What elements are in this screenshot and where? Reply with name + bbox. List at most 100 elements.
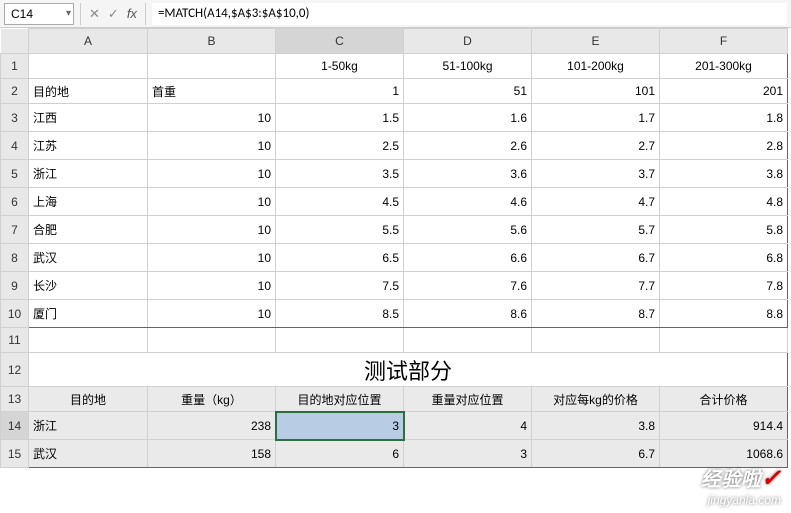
select-all-corner[interactable]	[1, 29, 29, 54]
cell[interactable]: 6.7	[532, 244, 660, 272]
cell[interactable]: 158	[148, 440, 276, 468]
cell[interactable]: 3	[404, 440, 532, 468]
cell[interactable]: 201-300kg	[660, 54, 788, 79]
cancel-icon[interactable]: ✕	[89, 6, 100, 22]
col-header-D[interactable]: D	[404, 29, 532, 54]
row-header-12[interactable]: 12	[1, 353, 29, 387]
cell[interactable]: 5.7	[532, 216, 660, 244]
cell[interactable]: 7.5	[276, 272, 404, 300]
cell[interactable]: 10	[148, 300, 276, 328]
cell[interactable]: 101-200kg	[532, 54, 660, 79]
cell[interactable]: 对应每kg的价格	[532, 387, 660, 412]
row-header-6[interactable]: 6	[1, 188, 29, 216]
cell[interactable]: 8.7	[532, 300, 660, 328]
row-header-1[interactable]: 1	[1, 54, 29, 79]
cell[interactable]: 重量对应位置	[404, 387, 532, 412]
cell[interactable]: 3.8	[660, 160, 788, 188]
cell[interactable]: 2.8	[660, 132, 788, 160]
row-header-13[interactable]: 13	[1, 387, 29, 412]
row-header-2[interactable]: 2	[1, 79, 29, 104]
row-header-14[interactable]: 14	[1, 412, 29, 440]
cell[interactable]: 厦门	[29, 300, 148, 328]
cell[interactable]: 目的地对应位置	[276, 387, 404, 412]
cell[interactable]: 6.5	[276, 244, 404, 272]
cell[interactable]: 目的地	[29, 387, 148, 412]
row-header-3[interactable]: 3	[1, 104, 29, 132]
cell[interactable]: 首重	[148, 79, 276, 104]
cell[interactable]: 8.6	[404, 300, 532, 328]
cell[interactable]: 10	[148, 244, 276, 272]
cell[interactable]: 长沙	[29, 272, 148, 300]
cell[interactable]	[29, 328, 148, 353]
cell[interactable]	[276, 328, 404, 353]
cell[interactable]: 10	[148, 104, 276, 132]
row-header-4[interactable]: 4	[1, 132, 29, 160]
cell[interactable]: 江西	[29, 104, 148, 132]
cell[interactable]: 1.7	[532, 104, 660, 132]
cell[interactable]: 重量（kg）	[148, 387, 276, 412]
cell[interactable]: 1-50kg	[276, 54, 404, 79]
col-header-C[interactable]: C	[276, 29, 404, 54]
cell[interactable]: 合肥	[29, 216, 148, 244]
cell[interactable]: 238	[148, 412, 276, 440]
col-header-A[interactable]: A	[29, 29, 148, 54]
cell[interactable]: 1.6	[404, 104, 532, 132]
name-box-dropdown-icon[interactable]: ▾	[66, 8, 71, 19]
cell[interactable]: 8.5	[276, 300, 404, 328]
cell[interactable]: 51	[404, 79, 532, 104]
cell[interactable]: 目的地	[29, 79, 148, 104]
cell[interactable]	[532, 328, 660, 353]
cell[interactable]: 3.7	[532, 160, 660, 188]
cell[interactable]: 914.4	[660, 412, 788, 440]
cell[interactable]: 10	[148, 132, 276, 160]
cell[interactable]: 1	[276, 79, 404, 104]
row-header-5[interactable]: 5	[1, 160, 29, 188]
cell[interactable]: 江苏	[29, 132, 148, 160]
row-header-11[interactable]: 11	[1, 328, 29, 353]
cell[interactable]: 7.7	[532, 272, 660, 300]
cell[interactable]: 4.6	[404, 188, 532, 216]
cell[interactable]: 6.8	[660, 244, 788, 272]
cell[interactable]	[29, 54, 148, 79]
name-box[interactable]: C14 ▾	[4, 3, 74, 25]
cell[interactable]: 合计价格	[660, 387, 788, 412]
cell[interactable]: 4.8	[660, 188, 788, 216]
cell[interactable]: 3.8	[532, 412, 660, 440]
cell[interactable]: 1.5	[276, 104, 404, 132]
cell[interactable]: 10	[148, 216, 276, 244]
cell[interactable]: 浙江	[29, 412, 148, 440]
cell[interactable]: 2.7	[532, 132, 660, 160]
confirm-icon[interactable]: ✓	[108, 6, 119, 22]
cell[interactable]	[660, 328, 788, 353]
row-header-7[interactable]: 7	[1, 216, 29, 244]
cell[interactable]: 3.5	[276, 160, 404, 188]
cell[interactable]: 8.8	[660, 300, 788, 328]
selected-cell[interactable]: 3	[276, 412, 404, 440]
cell[interactable]: 10	[148, 272, 276, 300]
cell[interactable]: 浙江	[29, 160, 148, 188]
cell[interactable]	[148, 54, 276, 79]
col-header-F[interactable]: F	[660, 29, 788, 54]
formula-input[interactable]: =MATCH(A14,$A$3:$A$10,0)	[152, 3, 787, 25]
cell[interactable]: 51-100kg	[404, 54, 532, 79]
fx-icon[interactable]: fx	[127, 6, 137, 21]
cell[interactable]: 武汉	[29, 244, 148, 272]
cell[interactable]: 4	[404, 412, 532, 440]
cell[interactable]: 7.8	[660, 272, 788, 300]
cell[interactable]	[148, 328, 276, 353]
cell[interactable]: 3.6	[404, 160, 532, 188]
cell[interactable]: 2.5	[276, 132, 404, 160]
cell[interactable]: 上海	[29, 188, 148, 216]
cell[interactable]: 10	[148, 160, 276, 188]
cell[interactable]: 6	[276, 440, 404, 468]
cell[interactable]: 201	[660, 79, 788, 104]
cell[interactable]: 7.6	[404, 272, 532, 300]
cell[interactable]: 1.8	[660, 104, 788, 132]
row-header-9[interactable]: 9	[1, 272, 29, 300]
cell[interactable]: 4.5	[276, 188, 404, 216]
cell[interactable]: 5.6	[404, 216, 532, 244]
col-header-B[interactable]: B	[148, 29, 276, 54]
row-header-8[interactable]: 8	[1, 244, 29, 272]
cell[interactable]	[404, 328, 532, 353]
cell[interactable]: 武汉	[29, 440, 148, 468]
